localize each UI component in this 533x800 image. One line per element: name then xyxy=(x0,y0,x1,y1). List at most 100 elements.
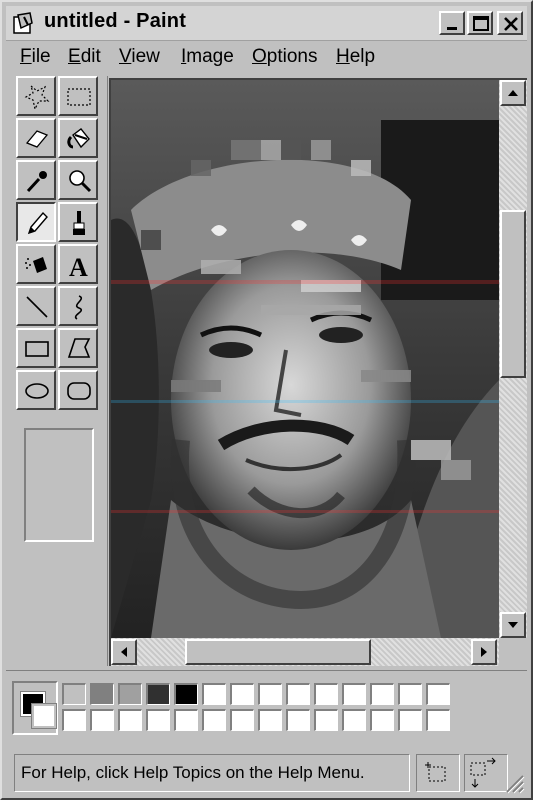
menu-file[interactable]: File xyxy=(20,46,51,68)
menu-options[interactable]: Options xyxy=(252,46,317,68)
eyedropper-icon xyxy=(26,171,47,193)
tool-line[interactable] xyxy=(16,286,56,326)
tool-eraser[interactable] xyxy=(16,118,56,158)
title-bar[interactable]: untitled - Paint xyxy=(6,6,527,41)
menu-view-label: iew xyxy=(131,46,160,67)
palette-swatch[interactable] xyxy=(314,709,338,731)
rectangle-select-icon xyxy=(67,88,91,106)
palette-swatch[interactable] xyxy=(426,709,450,731)
tool-free-form-select[interactable] xyxy=(16,76,56,116)
palette-swatch[interactable] xyxy=(398,683,422,705)
window-title: untitled - Paint xyxy=(44,10,187,32)
minimize-button[interactable] xyxy=(439,11,465,35)
cursor-position-icon xyxy=(425,762,446,782)
tool-airbrush[interactable] xyxy=(16,244,56,284)
scroll-down-button[interactable] xyxy=(500,612,526,638)
scroll-up-button[interactable] xyxy=(500,80,526,106)
tool-polygon[interactable] xyxy=(58,328,98,368)
tool-options-box[interactable] xyxy=(24,428,94,542)
palette-swatch[interactable] xyxy=(90,683,114,705)
menu-options-mnemonic: O xyxy=(252,46,267,67)
svg-text:A: A xyxy=(69,253,88,279)
horizontal-scroll-thumb[interactable] xyxy=(185,639,371,665)
selection-size-icon xyxy=(470,757,496,788)
status-cursor-position xyxy=(416,754,460,792)
palette-swatch[interactable] xyxy=(174,709,198,731)
tool-rounded-rectangle[interactable] xyxy=(58,370,98,410)
palette-swatch[interactable] xyxy=(258,709,282,731)
palette-swatch[interactable] xyxy=(230,709,254,731)
close-icon xyxy=(504,17,518,31)
resize-grip-icon[interactable] xyxy=(503,772,525,794)
tool-magnifier[interactable] xyxy=(58,160,98,200)
tool-rectangle[interactable] xyxy=(16,328,56,368)
arrow-down-icon xyxy=(508,622,518,628)
background-color[interactable] xyxy=(31,703,57,729)
menu-file-mnemonic: F xyxy=(20,46,32,67)
palette-swatch[interactable] xyxy=(174,683,198,705)
tool-fill-with-color[interactable] xyxy=(58,118,98,158)
vertical-scroll-thumb[interactable] xyxy=(500,210,526,378)
menu-help-mnemonic: H xyxy=(336,46,350,67)
menu-help-label: elp xyxy=(349,46,376,67)
tool-rectangle-select[interactable] xyxy=(58,76,98,116)
palette-swatch[interactable] xyxy=(258,683,282,705)
horizontal-scrollbar[interactable] xyxy=(111,638,499,666)
close-button[interactable] xyxy=(497,11,523,35)
arrow-right-icon xyxy=(481,647,487,657)
palette-swatch[interactable] xyxy=(202,709,226,731)
status-selection-size xyxy=(464,754,508,792)
polygon-icon xyxy=(67,338,91,358)
menu-help[interactable]: Help xyxy=(336,46,375,68)
palette-swatch[interactable] xyxy=(90,709,114,731)
drawing-canvas[interactable] xyxy=(111,80,499,638)
current-colors[interactable] xyxy=(12,681,58,735)
scrollbar-corner xyxy=(499,638,527,666)
menu-edit[interactable]: Edit xyxy=(68,46,101,68)
fill-bucket-icon xyxy=(67,128,90,149)
tool-ellipse[interactable] xyxy=(16,370,56,410)
vertical-scrollbar[interactable] xyxy=(499,80,527,638)
tool-text[interactable]: A xyxy=(58,244,98,284)
palette-swatch[interactable] xyxy=(370,683,394,705)
status-bar: For Help, click Help Topics on the Help … xyxy=(6,748,527,798)
paint-app-icon[interactable] xyxy=(12,11,36,35)
maximize-button[interactable] xyxy=(467,11,493,35)
palette-swatch[interactable] xyxy=(370,709,394,731)
palette-swatch[interactable] xyxy=(146,683,170,705)
palette-swatch[interactable] xyxy=(426,683,450,705)
pencil-icon xyxy=(27,211,48,235)
arrow-left-icon xyxy=(121,647,127,657)
menu-image-label: mage xyxy=(186,46,234,67)
palette-swatch[interactable] xyxy=(62,709,86,731)
menu-bar: File Edit View Image Options Help xyxy=(6,42,527,72)
palette-swatch[interactable] xyxy=(286,709,310,731)
magnifier-icon xyxy=(69,170,92,193)
scroll-right-button[interactable] xyxy=(471,639,497,665)
tool-pencil[interactable] xyxy=(16,202,56,242)
palette-swatch[interactable] xyxy=(202,683,226,705)
status-text: For Help, click Help Topics on the Help … xyxy=(14,754,410,792)
palette-swatch[interactable] xyxy=(230,683,254,705)
scroll-left-button[interactable] xyxy=(111,639,137,665)
palette-swatch[interactable] xyxy=(146,709,170,731)
palette-swatch[interactable] xyxy=(342,709,366,731)
tool-curve[interactable] xyxy=(58,286,98,326)
palette-swatch[interactable] xyxy=(286,683,310,705)
palette-swatch[interactable] xyxy=(118,683,142,705)
palette-swatch[interactable] xyxy=(398,709,422,731)
menu-view[interactable]: View xyxy=(119,46,160,68)
palette-swatch[interactable] xyxy=(342,683,366,705)
line-icon xyxy=(26,296,48,318)
palette-swatch[interactable] xyxy=(314,683,338,705)
rectangle-icon xyxy=(25,341,49,357)
arrow-up-icon xyxy=(508,90,518,96)
text-icon: A xyxy=(69,253,88,279)
rounded-rectangle-icon xyxy=(67,382,91,400)
curve-icon xyxy=(74,295,83,320)
palette-swatch[interactable] xyxy=(118,709,142,731)
tool-brush[interactable] xyxy=(58,202,98,242)
tool-pick-color[interactable] xyxy=(16,160,56,200)
menu-image[interactable]: Image xyxy=(181,46,234,68)
palette-swatch[interactable] xyxy=(62,683,86,705)
